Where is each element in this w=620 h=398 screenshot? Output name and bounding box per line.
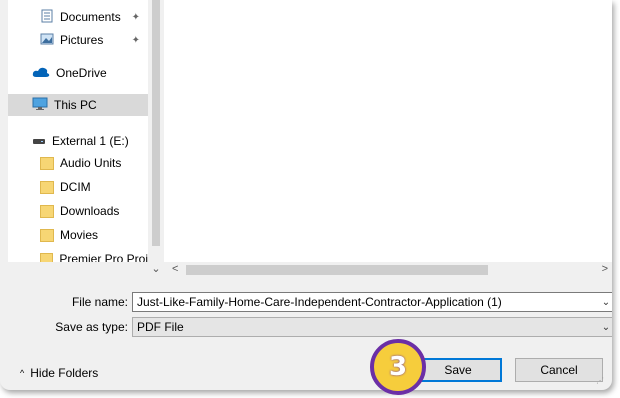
nav-scroll-thumb[interactable] (152, 0, 160, 246)
nav-label: Pictures (60, 33, 104, 47)
navigation-pane: Documents ✦ Pictures ✦ OneDrive This PC (8, 0, 154, 262)
drive-icon (32, 134, 46, 148)
chevron-down-icon[interactable]: ⌄ (599, 297, 612, 308)
chevron-up-icon: ^ (20, 368, 25, 378)
nav-item-premier-pro[interactable]: Premier Pro Proj (8, 248, 148, 262)
folder-icon (40, 252, 54, 262)
nav-item-external-drive[interactable]: External 1 (E:) (8, 130, 148, 152)
scroll-right-icon[interactable]: > (602, 263, 608, 275)
documents-icon (40, 9, 54, 26)
pin-icon: ✦ (131, 34, 140, 46)
computer-icon (32, 97, 48, 114)
nav-label: This PC (54, 98, 97, 112)
save-button-label: Save (444, 363, 472, 377)
file-name-label: File name: (71, 295, 128, 309)
nav-label: Documents (60, 10, 121, 24)
hide-folders-label: Hide Folders (30, 366, 99, 380)
nav-item-pictures[interactable]: Pictures ✦ (8, 29, 148, 51)
save-button[interactable]: Save (414, 358, 502, 382)
nav-label: Downloads (60, 204, 120, 218)
resize-grip-icon[interactable]: ⋰ (596, 376, 606, 386)
nav-label: Audio Units (60, 156, 122, 170)
nav-item-downloads[interactable]: Downloads (8, 200, 148, 222)
nav-item-dcim[interactable]: DCIM (8, 176, 148, 198)
folder-icon (40, 228, 54, 242)
scroll-down-icon[interactable]: ⌄ (150, 262, 162, 276)
nav-item-movies[interactable]: Movies (8, 224, 148, 246)
scroll-left-icon[interactable]: < (172, 263, 178, 275)
nav-label: Premier Pro Proj (59, 252, 148, 262)
nav-label: External 1 (E:) (52, 134, 129, 148)
nav-label: DCIM (60, 180, 91, 194)
nav-vertical-scrollbar[interactable]: ⌄ (148, 0, 164, 278)
save-type-select[interactable]: PDF File ⌄ (132, 317, 612, 337)
save-type-value[interactable]: PDF File (137, 320, 599, 334)
nav-item-onedrive[interactable]: OneDrive (8, 62, 148, 84)
file-name-input[interactable]: Just-Like-Family-Home-Care-Independent-C… (132, 292, 612, 312)
cancel-button[interactable]: Cancel (515, 358, 603, 382)
horizontal-scrollbar[interactable]: < > (164, 262, 612, 278)
folder-icon (40, 156, 54, 170)
file-list-pane[interactable] (164, 0, 612, 262)
pictures-icon (40, 32, 54, 49)
step-number-badge: 3 (370, 339, 426, 395)
save-dialog: Documents ✦ Pictures ✦ OneDrive This PC (0, 0, 612, 390)
nav-item-this-pc[interactable]: This PC (8, 94, 148, 116)
pin-icon: ✦ (131, 11, 140, 23)
folder-icon (40, 204, 54, 218)
nav-label: OneDrive (56, 66, 107, 80)
hide-folders-button[interactable]: ^ Hide Folders (20, 366, 98, 380)
folder-icon (40, 180, 54, 194)
nav-label: Movies (60, 228, 99, 242)
chevron-down-icon[interactable]: ⌄ (599, 322, 612, 333)
horizontal-scroll-thumb[interactable] (186, 265, 488, 275)
save-type-label: Save as type: (55, 320, 128, 334)
cancel-button-label: Cancel (540, 363, 578, 377)
nav-item-audio-units[interactable]: Audio Units (8, 152, 148, 174)
onedrive-icon (32, 66, 50, 81)
nav-item-documents[interactable]: Documents ✦ (8, 6, 148, 28)
file-name-value[interactable]: Just-Like-Family-Home-Care-Independent-C… (137, 295, 599, 309)
